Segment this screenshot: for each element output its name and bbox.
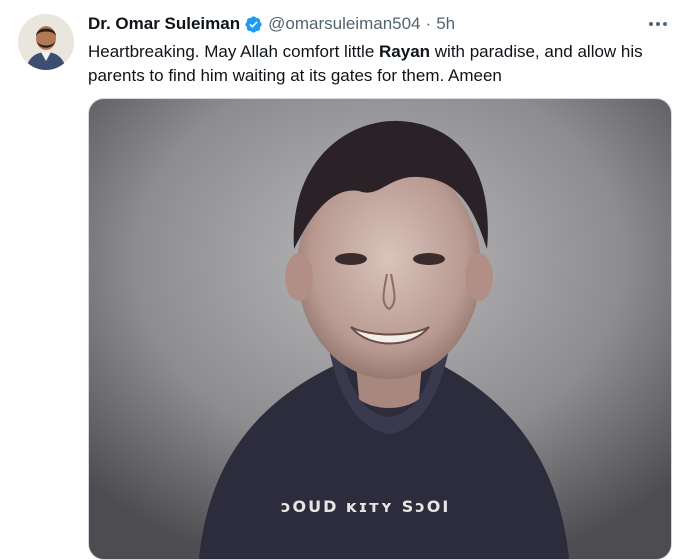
tweet-photo[interactable]: ɔOUD ᴋɪᴛʏ SɔOI xyxy=(88,98,672,560)
separator-dot: · xyxy=(425,14,432,33)
verified-badge-icon xyxy=(244,15,263,34)
photo-image xyxy=(89,99,671,559)
tweet-text-part1: Heartbreaking. May Allah comfort little xyxy=(88,42,380,61)
tweet-text-name: Rayan xyxy=(379,42,431,61)
author-avatar[interactable] xyxy=(18,14,74,70)
tweet-timestamp[interactable]: 5h xyxy=(436,14,455,34)
ellipsis-icon xyxy=(649,22,667,26)
avatar-image xyxy=(18,14,74,70)
author-handle[interactable]: @omarsuleiman504 xyxy=(268,14,420,34)
shirt-print-text: ɔOUD ᴋɪᴛʏ SɔOI xyxy=(281,497,451,516)
tweet[interactable]: Dr. Omar Suleiman @omarsuleiman504 · 5h … xyxy=(0,0,700,560)
more-options-button[interactable] xyxy=(644,12,672,36)
tweet-text: Heartbreaking. May Allah comfort little … xyxy=(88,40,678,88)
tweet-header: Dr. Omar Suleiman @omarsuleiman504 · 5h xyxy=(88,13,455,35)
author-name[interactable]: Dr. Omar Suleiman xyxy=(88,14,240,34)
